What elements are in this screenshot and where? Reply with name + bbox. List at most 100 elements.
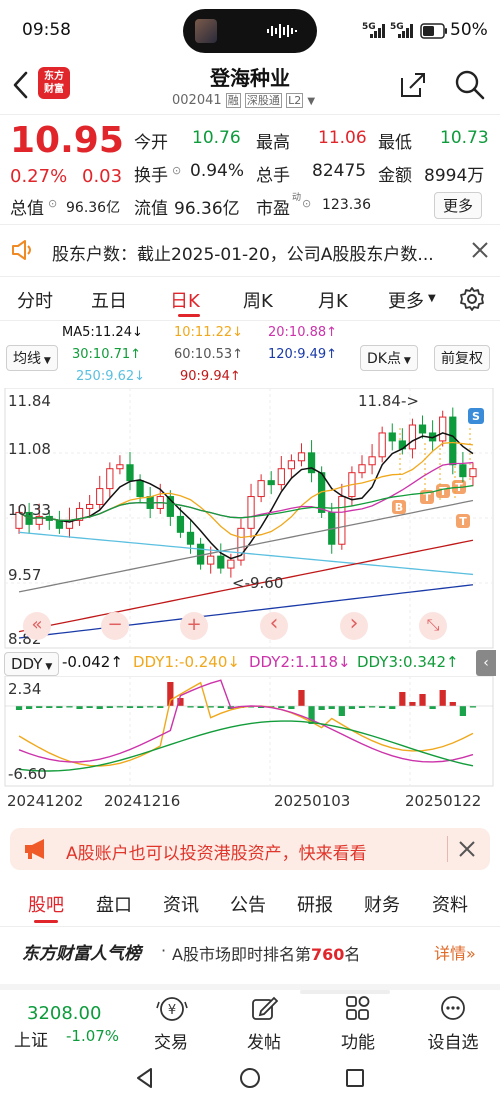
close-icon[interactable] — [458, 840, 476, 858]
tab-news[interactable]: 资讯 — [163, 891, 199, 917]
step-left-icon[interactable]: ‹ — [260, 612, 288, 640]
dk-point-button[interactable]: DK点 ▼ — [360, 345, 418, 371]
tab-daily-k[interactable]: 日K — [170, 287, 200, 313]
tab-weekly-k[interactable]: 周K — [243, 287, 273, 313]
last-price: 10.95 — [10, 120, 124, 161]
candle-down — [136, 480, 144, 498]
divider — [0, 320, 500, 321]
mktcap-value: 96.36亿 — [66, 200, 121, 216]
ddy-select-button[interactable]: DDY ▼ — [4, 652, 60, 676]
post-icon[interactable] — [250, 994, 278, 1022]
promo-banner[interactable]: A股账户也可以投资港股资产，快来看看 — [10, 828, 490, 870]
functions-grid-icon[interactable] — [344, 994, 372, 1022]
tab-profile[interactable]: 资料 — [432, 891, 468, 917]
high-label: 最高 — [256, 133, 290, 153]
info-icon[interactable]: ⊙ — [172, 164, 181, 177]
ddy-bar-down — [328, 706, 335, 709]
ddy-bar-down — [348, 706, 356, 709]
date-label: 20250122 — [405, 792, 482, 810]
ranking-details-link[interactable]: 详情» — [434, 940, 476, 964]
index-value[interactable]: 3208.00 — [27, 1003, 101, 1024]
tab-research[interactable]: 研报 — [297, 891, 333, 917]
tab-forum[interactable]: 股吧 — [28, 891, 64, 917]
promo-text: A股账户也可以投资港股资产，快来看看 — [66, 844, 367, 864]
nav-trade-label[interactable]: 交易 — [131, 1028, 211, 1053]
close-icon[interactable] — [470, 240, 490, 260]
collapse-panel-icon[interactable]: ‹ — [476, 650, 496, 676]
tab-financials[interactable]: 财务 — [364, 891, 400, 917]
candle-down — [459, 464, 467, 478]
info-icon[interactable]: ⊙ — [302, 197, 311, 210]
tab-minute[interactable]: 分时 — [17, 287, 53, 313]
tab-order-book[interactable]: 盘口 — [96, 891, 132, 917]
tab-announcements[interactable]: 公告 — [230, 891, 266, 917]
fast-backward-icon[interactable]: « — [23, 612, 51, 640]
index-name: 上证 — [14, 1031, 48, 1051]
battery-icon — [420, 23, 447, 39]
nav-watchlist-label[interactable]: 设自选 — [413, 1028, 493, 1053]
candle-up — [358, 464, 366, 474]
date-label: 20250103 — [274, 792, 351, 810]
zoom-out-icon[interactable]: − — [101, 612, 129, 640]
search-icon[interactable] — [453, 68, 487, 102]
adjust-button[interactable]: 前复权 — [434, 345, 490, 371]
volume-value: 82475 — [312, 161, 367, 181]
divider — [447, 836, 448, 862]
volume-label: 总手 — [256, 166, 290, 186]
float-value: 96.36亿 — [174, 199, 240, 219]
details-label: 详情 — [434, 944, 467, 963]
ddy-select-label: DDY — [11, 655, 43, 673]
dropdown-caret-icon[interactable]: ▼ — [307, 96, 315, 107]
ddy-bar-up — [419, 694, 426, 706]
ddy-bar-down — [429, 706, 436, 709]
candle-down — [418, 424, 427, 434]
more-button[interactable]: 更多 — [434, 192, 483, 219]
tab-monthly-k[interactable]: 月K — [318, 287, 348, 313]
double-chevron-icon: » — [466, 944, 476, 963]
nav-recents-icon[interactable] — [344, 1067, 366, 1089]
candle-down — [176, 515, 185, 533]
gear-icon[interactable] — [459, 286, 485, 312]
ma90-label: 90:9.94↑ — [180, 369, 241, 384]
date-label: 20241216 — [104, 792, 181, 810]
waveform-icon — [267, 24, 297, 38]
ma120-label: 120:9.49↑ — [268, 347, 338, 362]
stock-code: 002041 — [172, 93, 222, 108]
signal-2-icon — [398, 24, 413, 38]
ddy-chart[interactable] — [0, 676, 500, 788]
candle-up — [227, 559, 235, 569]
battery-percent: 50% — [450, 20, 488, 40]
ma30-label: 30:10.71↑ — [72, 347, 142, 362]
pe-value: 123.36 — [322, 197, 371, 213]
speaker-icon — [12, 240, 31, 260]
step-right-icon[interactable]: › — [340, 612, 368, 640]
ddy-bar-up — [439, 690, 446, 706]
axis-label-2: 11.08 — [8, 440, 51, 458]
zoom-in-icon[interactable]: + — [180, 612, 208, 640]
fullscreen-icon[interactable]: ⤡ — [419, 612, 447, 640]
candle-up — [257, 480, 265, 498]
ddy-value: -0.042↑ — [62, 653, 123, 671]
change-percent: 0.27% — [10, 166, 68, 187]
amount-value: 8994万 — [424, 166, 485, 186]
tab-more[interactable]: 更多 — [388, 287, 424, 313]
margin-tag: 融 — [225, 93, 241, 108]
ddy-bar-down — [459, 706, 466, 716]
ranking-number: 760 — [310, 945, 345, 964]
ddy-bar-down — [96, 706, 103, 709]
high-value: 11.06 — [318, 128, 367, 148]
nav-back-icon[interactable] — [133, 1066, 157, 1090]
info-icon[interactable]: ⊙ — [48, 197, 57, 210]
nav-functions-label[interactable]: 功能 — [318, 1028, 398, 1053]
watchlist-more-icon[interactable] — [439, 994, 467, 1022]
ranking-separator: · — [161, 941, 167, 960]
nav-post-label[interactable]: 发帖 — [224, 1028, 304, 1053]
trade-icon[interactable]: ¥ — [156, 994, 188, 1024]
kline-chart[interactable]: SBT T TT — [0, 388, 500, 650]
share-icon[interactable] — [398, 70, 428, 100]
ma-select-button[interactable]: 均线 ▼ — [6, 345, 58, 371]
nav-home-icon[interactable] — [238, 1066, 262, 1090]
tab-five-day[interactable]: 五日 — [91, 287, 127, 313]
ddy-bar-down — [389, 706, 396, 709]
ddy-bar-up — [449, 702, 456, 706]
